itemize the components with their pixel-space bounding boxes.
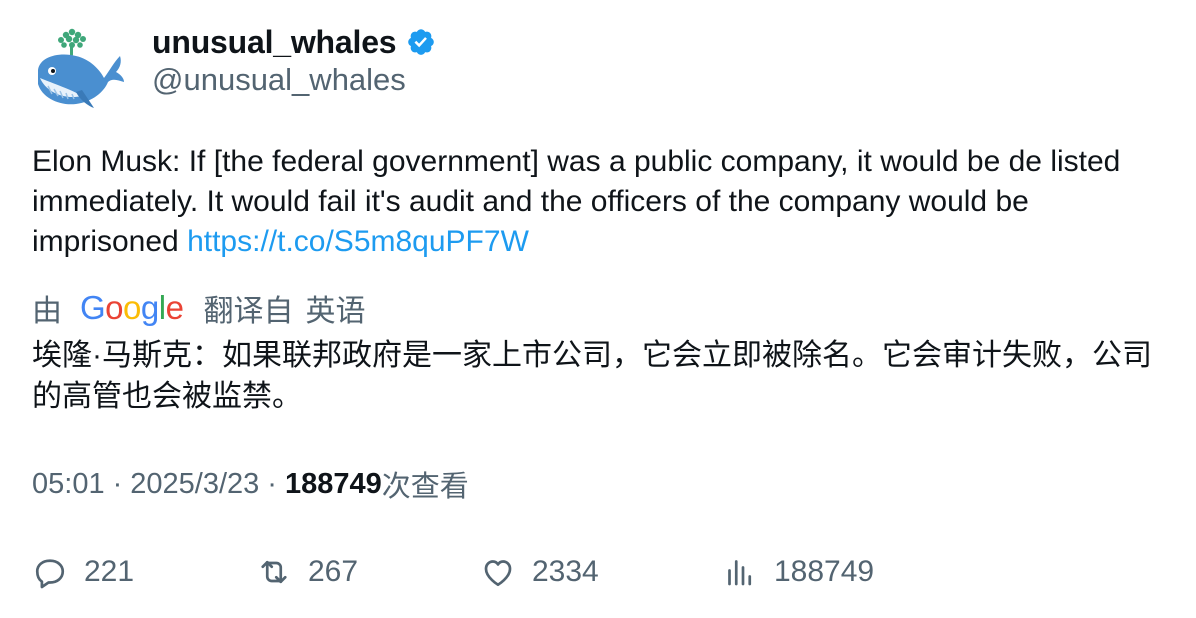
google-logo-icon: Google [80,289,184,326]
views-label: 次查看 [381,471,469,503]
translation-label: 翻译自 [203,295,294,328]
action-bar: 221 267 2334 188749 [0,552,1196,592]
tweet-link[interactable]: https://t.co/S5m8quPF7W [187,225,529,258]
translation-attribution[interactable]: 由 Google 翻译自 英语 [32,288,365,328]
views-button[interactable]: 188749 [722,552,874,592]
reply-icon [32,554,68,590]
meta-separator: · [112,467,123,500]
tweet-text: Elon Musk: If [the federal government] w… [32,142,1162,262]
account-handle[interactable]: @unusual_whales [152,62,406,98]
like-count: 2334 [532,555,599,588]
meta-separator: · [267,467,277,500]
retweet-button[interactable]: 267 [256,552,358,592]
tweet-date[interactable]: 2025/3/23 [130,468,259,501]
verified-badge-icon [406,27,436,57]
display-name[interactable]: unusual_whales [152,24,397,61]
heart-icon [480,554,516,590]
display-name-row[interactable]: unusual_whales [152,22,436,62]
tweet-meta: 05:01 · 2025/3/23 · 188749 次查看 [32,464,469,504]
translated-text: 埃隆·马斯克：如果联邦政府是一家上市公司，它会立即被除名。它会审计失败，公司的高… [32,339,1152,413]
views-count: 188749 [284,467,382,500]
whale-logo-icon [38,28,124,108]
analytics-icon [722,554,758,590]
views-action-count: 188749 [774,555,875,588]
retweet-count: 267 [308,555,359,588]
reply-button[interactable]: 221 [32,552,134,592]
like-button[interactable]: 2334 [480,552,599,592]
retweet-icon [256,554,292,590]
reply-count: 221 [84,555,135,588]
translation-prefix: 由 [32,295,62,328]
avatar[interactable] [30,26,126,112]
tweet-time[interactable]: 05:01 [32,468,105,501]
translation-source-language: 英语 [305,295,366,328]
